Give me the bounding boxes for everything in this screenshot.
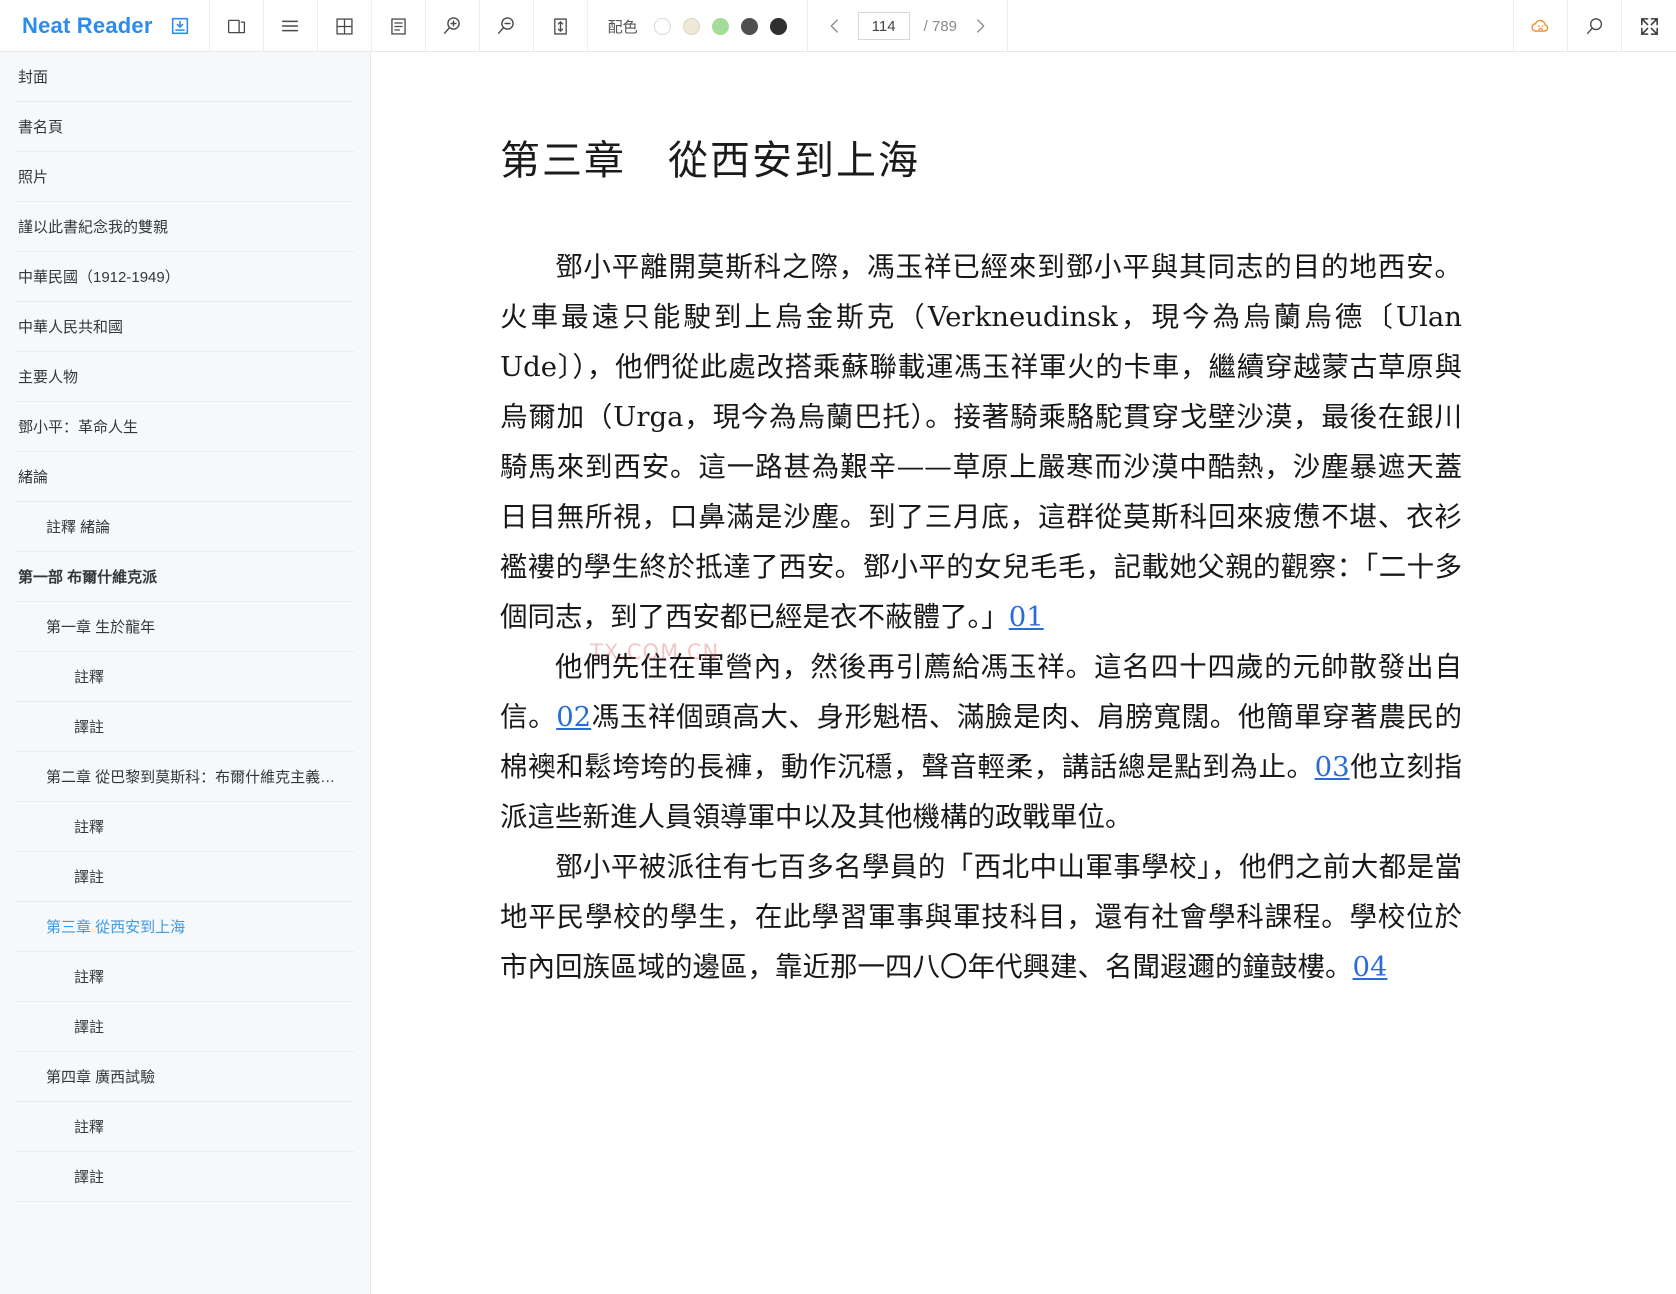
toolbar-spacer	[1008, 0, 1514, 51]
app-brand-name: Neat Reader	[22, 13, 153, 38]
sidebar-item[interactable]: 譯註	[16, 1002, 354, 1052]
sidebar-item[interactable]: 第四章 廣西試驗	[16, 1052, 354, 1102]
sidebar-item-label: 照片	[18, 169, 49, 186]
theme-gray-swatch[interactable]	[740, 17, 758, 35]
sidebar-item-label: 第一部 布爾什維克派	[18, 569, 158, 586]
grid-layout-icon[interactable]	[318, 0, 372, 52]
sidebar-item[interactable]: 主要人物	[16, 352, 354, 402]
sidebar-item[interactable]: 註釋	[16, 652, 354, 702]
save-to-library-icon[interactable]	[169, 15, 191, 37]
book-page: 第三章 從西安到上海 鄧小平離開莫斯科之際，馮玉祥已經來到鄧小平與其同志的目的地…	[500, 52, 1462, 992]
paragraph-text: 鄧小平離開莫斯科之際，馮玉祥已經來到鄧小平與其同志的目的地西安。火車最遠只能駛到…	[500, 251, 1462, 633]
sidebar-item-label: 註釋 緒論	[46, 519, 111, 536]
footnote-link[interactable]: 04	[1353, 951, 1388, 983]
sidebar-item[interactable]: 謹以此書紀念我的雙親	[16, 202, 354, 252]
sidebar-item[interactable]: 中華民國（1912-1949）	[16, 252, 354, 302]
sidebar-item[interactable]: 註釋	[16, 952, 354, 1002]
body-paragraph: 鄧小平被派往有七百多名學員的「西北中山軍事學校」，他們之前大都是當地平民學校的學…	[500, 842, 1462, 992]
theme-sepia-swatch[interactable]	[682, 17, 700, 35]
sidebar-item[interactable]: 中華人民共和國	[16, 302, 354, 352]
table-of-contents-sidebar[interactable]: 封面書名頁照片謹以此書紀念我的雙親 中華民國（1912-1949） 中華人民共和國主…	[0, 52, 371, 1294]
sidebar-item-label: 譯註	[74, 719, 105, 736]
contents-list-icon[interactable]	[264, 0, 318, 52]
sidebar-item-label: 譯註	[74, 1169, 105, 1186]
paragraph-text: 鄧小平被派往有七百多名學員的「西北中山軍事學校」，他們之前大都是當地平民學校的學…	[500, 851, 1462, 983]
sidebar-item-label: 主要人物	[18, 369, 79, 386]
sidebar-item-label: 中華人民共和國	[18, 319, 124, 336]
brand-group: Neat Reader	[0, 0, 210, 52]
sidebar-item-label: 中華民國（1912-1949）	[18, 269, 180, 286]
sidebar-item-label: 註釋	[74, 1119, 105, 1136]
book-shelf-icon[interactable]	[210, 0, 264, 52]
sidebar-item-label: 註釋	[74, 819, 105, 836]
zoom-in-icon[interactable]	[426, 0, 480, 52]
sidebar-item[interactable]: 封面	[16, 52, 354, 102]
prev-page-icon[interactable]	[826, 17, 844, 35]
sidebar-item-label: 第三章 從西安到上海	[46, 919, 186, 936]
palette-label: 配色	[607, 18, 638, 36]
sidebar-item[interactable]: 譯註	[16, 1152, 354, 1202]
sidebar-item[interactable]: 譯註	[16, 852, 354, 902]
sidebar-item[interactable]: 註釋	[16, 1102, 354, 1152]
sidebar-item[interactable]: 第三章 從西安到上海	[16, 902, 354, 952]
chapter-paragraphs: 鄧小平離開莫斯科之際，馮玉祥已經來到鄧小平與其同志的目的地西安。火車最遠只能駛到…	[500, 242, 1462, 992]
next-page-icon[interactable]	[971, 17, 989, 35]
sidebar-item-label: 鄧小平：革命人生	[18, 419, 139, 436]
sidebar-item[interactable]: 鄧小平：革命人生	[16, 402, 354, 452]
cloud-sync-icon[interactable]	[1514, 0, 1568, 52]
sidebar-item-label: 第一章 生於龍年	[46, 619, 156, 636]
sidebar-item-label: 謹以此書紀念我的雙親	[18, 219, 169, 236]
search-icon[interactable]	[1568, 0, 1622, 52]
zoom-out-icon[interactable]	[480, 0, 534, 52]
sidebar-item[interactable]: 第一章 生於龍年	[16, 602, 354, 652]
sidebar-item[interactable]: 緒論	[16, 452, 354, 502]
sidebar-item[interactable]: 註釋	[16, 802, 354, 852]
sidebar-item-label: 第四章 廣西試驗	[46, 1069, 156, 1086]
footnote-link[interactable]: 03	[1315, 751, 1350, 783]
footnote-link[interactable]: 02	[556, 701, 591, 733]
sidebar-item[interactable]: 註釋 緒論	[16, 502, 354, 552]
footnote-link[interactable]: 01	[1009, 601, 1044, 633]
sidebar-item-label: 緒論	[18, 469, 49, 486]
page-navigation-group: / 789	[808, 0, 1008, 52]
notes-panel-icon[interactable]	[372, 0, 426, 52]
theme-white-swatch[interactable]	[653, 17, 671, 35]
toc-list: 封面書名頁照片謹以此書紀念我的雙親 中華民國（1912-1949） 中華人民共和國主…	[0, 52, 370, 1202]
page-total-label: / 789	[923, 17, 957, 35]
sidebar-item-label: 註釋	[74, 969, 105, 986]
sidebar-item[interactable]: 書名頁	[16, 102, 354, 152]
page-title: 第三章 從西安到上海	[500, 138, 920, 184]
sidebar-item-label: 第二章 從巴黎到莫斯科：布爾什維克主義…	[46, 769, 336, 786]
body-paragraph: 鄧小平離開莫斯科之際，馮玉祥已經來到鄧小平與其同志的目的地西安。火車最遠只能駛到…	[500, 242, 1462, 642]
sidebar-item-label: 譯註	[74, 869, 105, 886]
theme-black-swatch[interactable]	[769, 17, 787, 35]
sidebar-item-label: 註釋	[74, 669, 105, 686]
sidebar-item[interactable]: 照片	[16, 152, 354, 202]
top-toolbar: Neat Reader 配色 114 / 789	[0, 0, 1676, 52]
theme-green-swatch[interactable]	[711, 17, 729, 35]
body-paragraph: 他們先住在軍營內，然後再引薦給馮玉祥。這名四十四歲的元帥散發出自信。02馮玉祥個…	[500, 642, 1462, 842]
sidebar-item-label: 封面	[18, 69, 49, 86]
sidebar-item-label: 書名頁	[18, 119, 64, 136]
sidebar-item[interactable]: 第一部 布爾什維克派	[16, 552, 354, 602]
sidebar-item-label: 譯註	[74, 1019, 105, 1036]
fullscreen-icon[interactable]	[1622, 0, 1676, 52]
sidebar-item[interactable]: 譯註	[16, 702, 354, 752]
line-height-icon[interactable]	[534, 0, 588, 52]
page-number-input[interactable]	[857, 12, 910, 40]
color-scheme-group: 配色	[588, 0, 808, 52]
reader-viewport: 第三章 從西安到上海 鄧小平離開莫斯科之際，馮玉祥已經來到鄧小平與其同志的目的地…	[372, 52, 1676, 1294]
sidebar-item[interactable]: 第二章 從巴黎到莫斯科：布爾什維克主義…	[16, 752, 354, 802]
